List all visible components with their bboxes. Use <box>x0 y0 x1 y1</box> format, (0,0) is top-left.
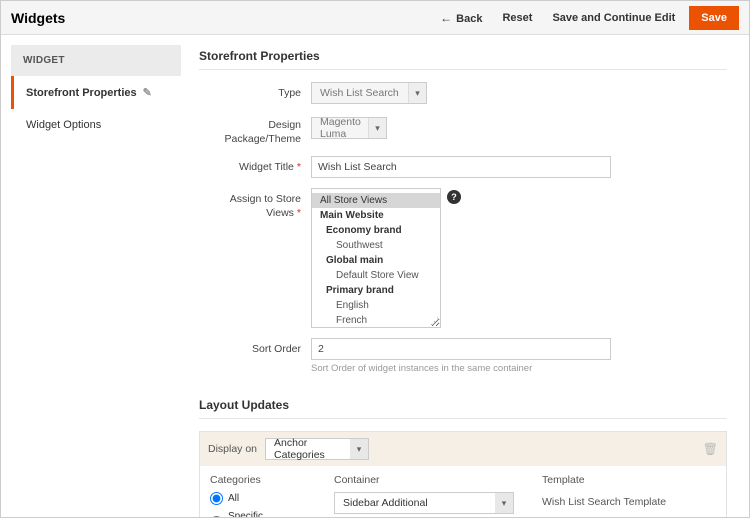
type-label: Type <box>199 82 311 101</box>
radio-all-label: All <box>228 493 239 504</box>
storeview-option-main-website[interactable]: Main Website <box>312 208 440 223</box>
design-value: Magento Luma <box>312 116 368 140</box>
sortorder-label: Sort Order <box>199 338 311 357</box>
trash-icon[interactable]: 🗑 <box>703 442 718 456</box>
resize-handle-icon: ⋰ <box>430 316 439 327</box>
display-on-value: Anchor Categories <box>266 437 350 461</box>
storeviews-label: Assign to Store Views* <box>199 188 311 220</box>
radio-specific-input[interactable] <box>210 516 223 517</box>
sidebar-item-label: Storefront Properties <box>26 87 137 99</box>
radio-specific[interactable]: Specific Categories <box>210 511 306 517</box>
display-on-label: Display on <box>208 443 257 455</box>
save-button[interactable]: Save <box>689 6 739 30</box>
sidebar-item-widget-options[interactable]: Widget Options <box>11 109 181 141</box>
chevron-down-icon: ▾ <box>350 439 368 459</box>
reset-button[interactable]: Reset <box>492 6 542 30</box>
type-value: Wish List Search <box>312 87 408 99</box>
design-label: DesignPackage/Theme <box>199 114 311 146</box>
widget-title-label: Widget Title* <box>199 156 311 175</box>
help-icon[interactable]: ? <box>447 190 461 204</box>
arrow-left-icon: ← <box>440 11 452 25</box>
template-value: Wish List Search Template <box>542 492 716 508</box>
storeview-option-french[interactable]: French <box>312 313 440 328</box>
storeviews-multiselect[interactable]: All Store Views Main Website Economy bra… <box>311 188 441 328</box>
container-select[interactable]: Sidebar Additional ▾ <box>334 492 514 514</box>
sidebar-heading: WIDGET <box>11 45 181 76</box>
storeview-option-primary[interactable]: Primary brand <box>312 283 440 298</box>
storeview-option-english[interactable]: English <box>312 298 440 313</box>
chevron-down-icon: ▾ <box>408 83 426 103</box>
sortorder-input[interactable] <box>311 338 611 360</box>
storeview-option-southwest[interactable]: Southwest <box>312 238 440 253</box>
container-label: Container <box>334 474 514 486</box>
back-button[interactable]: ← Back <box>430 5 492 31</box>
storeview-option-all[interactable]: All Store Views <box>312 193 440 208</box>
chevron-down-icon: ▾ <box>368 118 386 138</box>
radio-all-input[interactable] <box>210 492 223 505</box>
storefront-section-title: Storefront Properties <box>199 49 727 63</box>
sidebar-item-label: Widget Options <box>26 119 101 131</box>
chevron-down-icon: ▾ <box>495 493 513 513</box>
back-label: Back <box>456 13 482 25</box>
storeview-option-default[interactable]: Default Store View <box>312 268 440 283</box>
radio-specific-label: Specific Categories <box>228 511 306 517</box>
template-label: Template <box>542 474 716 486</box>
page-title: Widgets <box>11 10 65 26</box>
categories-label: Categories <box>210 474 306 486</box>
storeview-option-economy[interactable]: Economy brand <box>312 223 440 238</box>
design-select: Magento Luma ▾ <box>311 117 387 139</box>
sidebar-item-storefront-properties[interactable]: Storefront Properties ✎ <box>11 76 181 109</box>
layout-update-block: Display on Anchor Categories ▾ 🗑 Categor… <box>199 431 727 517</box>
widget-title-input[interactable] <box>311 156 611 178</box>
pencil-icon: ✎ <box>143 86 152 99</box>
save-continue-button[interactable]: Save and Continue Edit <box>542 6 685 30</box>
type-select: Wish List Search ▾ <box>311 82 427 104</box>
sortorder-hint: Sort Order of widget instances in the sa… <box>311 363 727 374</box>
radio-all[interactable]: All <box>210 492 306 505</box>
container-value: Sidebar Additional <box>335 497 495 509</box>
layout-section-title: Layout Updates <box>199 398 727 412</box>
storeview-option-global[interactable]: Global main <box>312 253 440 268</box>
display-on-select[interactable]: Anchor Categories ▾ <box>265 438 369 460</box>
